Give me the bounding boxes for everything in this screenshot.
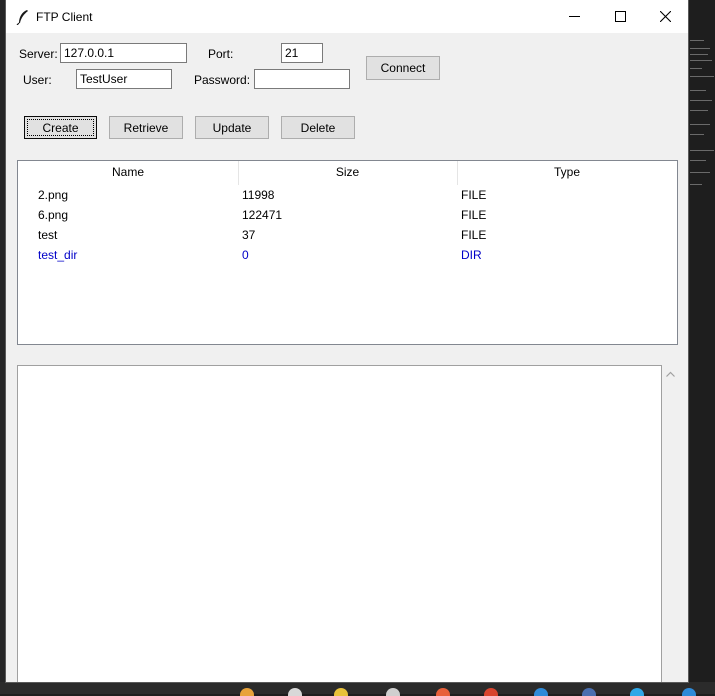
file-type: FILE xyxy=(461,188,487,202)
user-input[interactable] xyxy=(76,69,172,89)
user-label: User: xyxy=(23,73,52,87)
window-title: FTP Client xyxy=(36,10,93,24)
file-size: 122471 xyxy=(242,208,283,222)
code-line xyxy=(690,184,702,185)
code-line xyxy=(690,110,708,111)
connect-button[interactable]: Connect xyxy=(366,56,440,80)
file-size: 0 xyxy=(242,248,249,262)
file-size: 37 xyxy=(242,228,256,242)
ftp-client-window: FTP Client Server: Port: User: Password:… xyxy=(6,0,688,682)
close-button[interactable] xyxy=(642,0,688,33)
taskbar xyxy=(0,682,715,694)
retrieve-button[interactable]: Retrieve xyxy=(109,116,183,139)
update-button-label: Update xyxy=(212,120,252,135)
taskbar-app-icon[interactable] xyxy=(682,688,696,696)
column-header-size[interactable]: Size xyxy=(238,161,457,183)
column-header-type[interactable]: Type xyxy=(457,161,677,183)
file-size: 11998 xyxy=(242,188,275,202)
file-type: DIR xyxy=(461,248,482,262)
code-line xyxy=(690,76,714,77)
file-name: 2.png xyxy=(38,188,69,202)
maximize-icon xyxy=(614,11,626,22)
directory-row[interactable]: test_dir 0 DIR xyxy=(18,245,677,265)
file-type: FILE xyxy=(461,228,487,242)
taskbar-app-icon[interactable] xyxy=(582,688,596,696)
file-row[interactable]: 6.png 122471 FILE xyxy=(18,205,677,225)
taskbar-app-icon[interactable] xyxy=(334,688,348,696)
file-name: 6.png xyxy=(38,208,69,222)
minimize-button[interactable] xyxy=(551,0,597,33)
taskbar-app-icon[interactable] xyxy=(484,688,498,696)
port-input[interactable] xyxy=(281,43,323,63)
column-header-name[interactable]: Name xyxy=(18,161,238,183)
file-row[interactable]: 2.png 11998 FILE xyxy=(18,185,677,205)
password-label: Password: xyxy=(194,73,251,87)
file-list[interactable]: Name Size Type 2.png 11998 FILE 6.png 12… xyxy=(17,160,678,345)
code-line xyxy=(690,160,706,161)
delete-button[interactable]: Delete xyxy=(281,116,355,139)
title-bar[interactable]: FTP Client xyxy=(6,0,688,33)
maximize-button[interactable] xyxy=(597,0,643,33)
code-line xyxy=(690,100,712,101)
code-line xyxy=(690,68,702,69)
taskbar-app-icon[interactable] xyxy=(386,688,400,696)
retrieve-button-label: Retrieve xyxy=(123,120,169,135)
scroll-up-arrow-icon[interactable] xyxy=(665,369,676,380)
file-type: FILE xyxy=(461,208,487,222)
server-label: Server: xyxy=(19,47,58,61)
code-line xyxy=(690,134,704,135)
log-scrollbar[interactable] xyxy=(662,365,679,682)
file-name: test xyxy=(38,228,58,242)
server-input[interactable] xyxy=(60,43,187,63)
code-line xyxy=(690,150,714,151)
code-line xyxy=(690,48,710,49)
taskbar-app-icon[interactable] xyxy=(240,688,254,696)
connect-button-label: Connect xyxy=(380,61,426,75)
code-line xyxy=(690,60,712,61)
file-row[interactable]: test 37 FILE xyxy=(18,225,677,245)
code-line xyxy=(690,40,704,41)
minimize-icon xyxy=(568,11,580,22)
code-line xyxy=(690,172,710,173)
feather-icon xyxy=(16,9,30,26)
port-label: Port: xyxy=(208,47,234,61)
code-line xyxy=(690,54,708,55)
code-line xyxy=(690,124,710,125)
background-code-editor xyxy=(688,0,715,694)
password-input[interactable] xyxy=(254,69,350,89)
taskbar-app-icon[interactable] xyxy=(288,688,302,696)
log-text-area[interactable] xyxy=(17,365,662,682)
file-name: test_dir xyxy=(38,248,78,262)
taskbar-app-icon[interactable] xyxy=(534,688,548,696)
code-line xyxy=(690,90,706,91)
close-icon xyxy=(659,11,671,22)
taskbar-app-icon[interactable] xyxy=(436,688,450,696)
delete-button-label: Delete xyxy=(300,120,336,135)
file-list-header: Name Size Type xyxy=(18,161,677,185)
create-button[interactable]: Create xyxy=(24,116,97,139)
taskbar-app-icon[interactable] xyxy=(630,688,644,696)
focus-ring xyxy=(27,119,94,136)
update-button[interactable]: Update xyxy=(195,116,269,139)
